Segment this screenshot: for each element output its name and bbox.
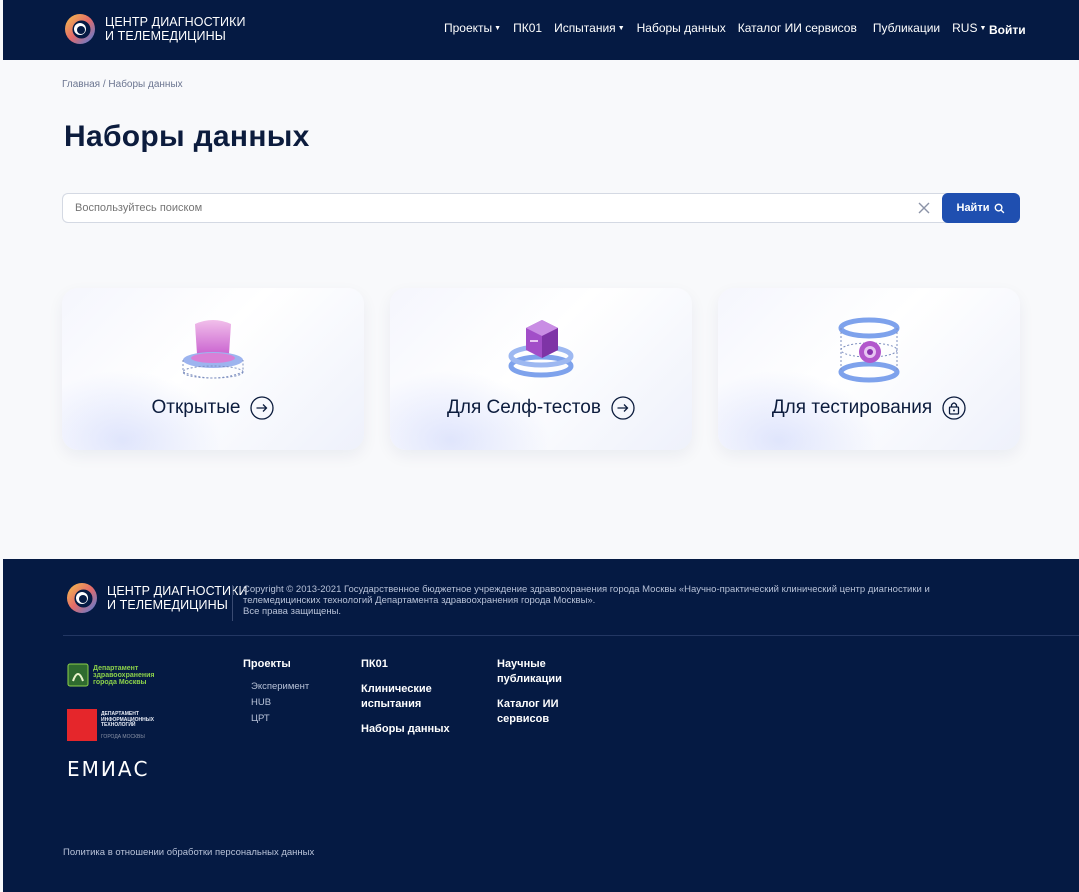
card-title: Открытые [151,397,241,418]
search-button-label: Найти [956,202,990,214]
partner-logo-it-dept[interactable]: ДЕПАРТАМЕНТ ИНФОРМАЦИОННЫХ ТЕХНОЛОГИЙ ГО… [67,709,154,741]
nav-label: Наборы данных [636,21,726,35]
footer-col-main: ПК01 Клинические испытания Наборы данных [361,657,451,747]
footer-link-hub[interactable]: HUB [243,695,309,711]
footer-divider [232,585,233,621]
nav-item-publications[interactable]: Публикации [873,21,940,35]
breadcrumb: Главная / Наборы данных [62,79,183,90]
partner-line: здравоохранения [93,671,155,679]
search-bar: Найти [62,193,1020,223]
language-label: RUS [952,21,978,35]
dataset-card-testing[interactable]: Для тестирования [718,288,1020,450]
logo-text: ЦЕНТР ДИАГНОСТИКИ И ТЕЛЕМЕДИЦИНЫ [105,15,246,43]
dataset-card-open[interactable]: Открытые [62,288,364,450]
dataset-card-self-test[interactable]: Для Селф-тестов [390,288,692,450]
partner-logo-emias[interactable]: ЕМИАС [67,757,150,781]
language-selector[interactable]: RUS ▼ [952,21,986,35]
breadcrumb-current: Наборы данных [108,79,183,90]
login-link[interactable]: Войти [989,23,1026,37]
card-title: Для тестирования [771,397,933,418]
card-title: Для Селф-тестов [447,397,601,418]
partner-line: ГОРОДА МОСКВЫ [101,733,145,740]
moscow-emblem-icon [67,663,89,687]
nav-item-datasets[interactable]: Наборы данных [637,21,726,35]
site-logo[interactable]: ЦЕНТР ДИАГНОСТИКИ И ТЕЛЕМЕДИЦИНЫ [63,12,246,46]
caret-down-icon: ▼ [979,24,987,32]
arrow-right-circle-icon [611,396,635,420]
footer-col-extra: Научные публикации Каталог ИИ сервисов [497,657,587,737]
caret-down-icon: ▼ [494,24,502,32]
search-input[interactable] [62,193,952,223]
main-nav: Проекты ▼ ПК01 Испытания ▼ Наборы данных К… [444,21,998,35]
testing-datasets-icon [838,317,900,383]
nav-label: Публикации [872,21,941,35]
partner-logo-health-dept[interactable]: Департамент здравоохранения города Москв… [67,663,154,687]
copyright-text: Copyright © 2013-2021 Государственное бю… [243,584,983,617]
footer-logo[interactable]: ЦЕНТР ДИАГНОСТИКИ И ТЕЛЕМЕДИЦИНЫ [65,581,248,615]
footer-link-crt[interactable]: ЦРТ [243,711,309,727]
logo-line1: ЦЕНТР ДИАГНОСТИКИ [107,584,248,598]
footer-link-pk01[interactable]: ПК01 [361,657,451,672]
nav-item-pk01[interactable]: ПК01 [513,21,542,35]
logo-ring-icon [65,14,95,44]
nav-item-ai-catalog[interactable]: Каталог ИИ сервисов [738,21,857,35]
footer-link-clinical-trials[interactable]: Клинические испытания [361,682,451,712]
logo-ring-icon [67,583,97,613]
partner-text: Департамент здравоохранения города Москв… [93,665,154,686]
rights-line: Все права защищены. [243,606,342,617]
site-footer: ЦЕНТР ДИАГНОСТИКИ И ТЕЛЕМЕДИЦИНЫ Copyrig… [3,559,1079,892]
partner-text: ДЕПАРТАМЕНТ ИНФОРМАЦИОННЫХ ТЕХНОЛОГИЙ ГО… [101,711,154,740]
arrow-right-circle-icon [250,396,275,420]
footer-logo-text: ЦЕНТР ДИАГНОСТИКИ И ТЕЛЕМЕДИЦИНЫ [107,584,248,612]
nav-item-projects[interactable]: Проекты ▼ [444,21,501,35]
page-title: Наборы данных [64,120,310,153]
footer-link-publications[interactable]: Научные публикации [497,657,587,687]
logo-line2: И ТЕЛЕМЕДИЦИНЫ [107,598,228,612]
logo-line1: ЦЕНТР ДИАГНОСТИКИ [105,15,246,29]
it-dept-flag-icon [67,709,97,741]
footer-col-projects: Проекты Эксперимент HUB ЦРТ [243,657,309,727]
search-button[interactable]: Найти [942,193,1020,223]
search-icon [995,203,1005,213]
nav-label: ПК01 [513,21,543,35]
card-label-row: Для Селф-тестов [390,396,692,420]
nav-label: Проекты [444,21,493,35]
open-datasets-icon [182,320,244,379]
footer-link-datasets[interactable]: Наборы данных [361,722,451,737]
partner-line: Департамент [93,664,139,672]
footer-separator [63,635,1079,636]
footer-link-ai-catalog[interactable]: Каталог ИИ сервисов [497,697,587,727]
breadcrumb-home[interactable]: Главная [62,79,100,90]
card-label-row: Открытые [62,396,364,420]
logo-line2: И ТЕЛЕМЕДИЦИНЫ [105,29,226,43]
footer-link-projects[interactable]: Проекты [243,657,309,672]
lock-circle-icon [942,396,966,420]
partner-line: ТЕХНОЛОГИЙ [101,722,136,728]
card-label-row: Для тестирования [718,396,1020,420]
nav-label: Испытания [554,21,616,35]
partner-line: города Москвы [93,678,147,686]
caret-down-icon: ▼ [617,24,625,32]
privacy-policy-link[interactable]: Политика в отношении обработки персональ… [63,847,314,858]
copyright-line: Copyright © 2013-2021 Государственное бю… [243,584,930,606]
close-icon[interactable] [915,199,933,217]
footer-link-experiment[interactable]: Эксперимент [243,679,309,695]
nav-label: Каталог ИИ сервисов [737,21,857,35]
self-test-datasets-icon [508,320,574,378]
top-header: ЦЕНТР ДИАГНОСТИКИ И ТЕЛЕМЕДИЦИНЫ Проекты… [3,0,1079,60]
breadcrumb-separator: / [102,79,106,90]
nav-item-trials[interactable]: Испытания ▼ [554,21,625,35]
